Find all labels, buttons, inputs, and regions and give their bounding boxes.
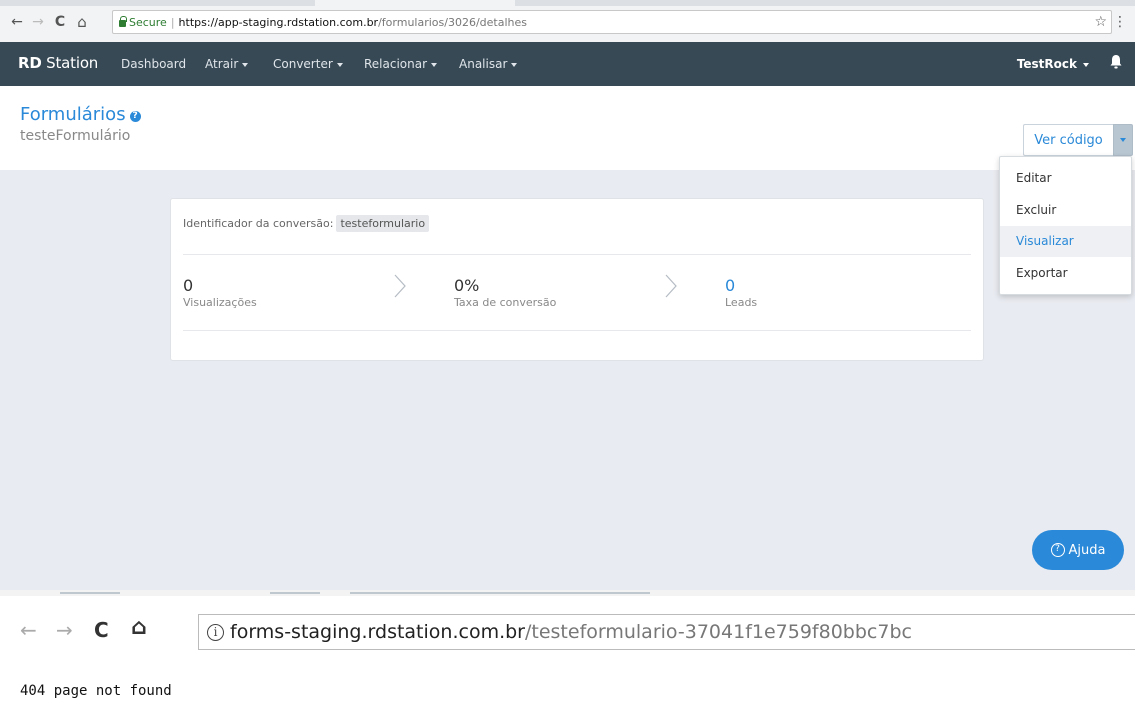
omnibox-separator: | xyxy=(170,15,175,29)
tab-strip xyxy=(0,0,1135,6)
error-message: 404 page not found xyxy=(20,683,172,699)
user-menu[interactable]: TestRock xyxy=(1017,57,1089,71)
help-circle-icon: ? xyxy=(1050,543,1065,557)
home-icon[interactable]: ⌂ xyxy=(131,615,147,640)
forward-icon[interactable]: → xyxy=(56,618,73,642)
back-icon[interactable]: ← xyxy=(20,618,37,642)
page-title: Formulários? xyxy=(20,104,141,125)
url-path: /formularios/3026/detalhes xyxy=(378,15,527,29)
screenshot-seam xyxy=(0,590,1135,596)
metric-label: Taxa de conversão xyxy=(454,296,557,309)
nav-atrair[interactable]: Atrair xyxy=(205,57,249,71)
menu-item-exportar[interactable]: Exportar xyxy=(1000,258,1131,289)
address-bar-2[interactable]: i forms-staging.rdstation.com.br/testefo… xyxy=(198,614,1135,650)
chevron-down-icon xyxy=(431,62,438,67)
actions-dropdown-menu: Editar Excluir Visualizar Exportar xyxy=(999,156,1132,295)
chevron-down-icon xyxy=(242,62,249,67)
menu-item-editar[interactable]: Editar xyxy=(1000,163,1131,194)
lock-icon xyxy=(119,15,127,27)
help-button-label: Ajuda xyxy=(1068,542,1106,558)
address-bar[interactable]: Secure | https://app-staging.rdstation.c… xyxy=(112,10,1112,34)
home-icon[interactable]: ⌂ xyxy=(71,7,93,37)
chevron-down-icon xyxy=(1083,62,1089,67)
help-question-icon[interactable]: ? xyxy=(129,111,141,122)
nav-relacionar[interactable]: Relacionar xyxy=(364,57,438,71)
ver-codigo-button[interactable]: Ver código xyxy=(1023,124,1113,156)
url-host: forms-staging.rdstation.com.br xyxy=(230,621,525,643)
divider xyxy=(183,330,971,331)
brand-logo[interactable]: RD Station xyxy=(18,54,98,72)
url-path: /testeformulario-37041f1e759f80bbc7bc xyxy=(524,621,912,643)
chevron-down-icon xyxy=(511,62,518,67)
back-icon[interactable]: ← xyxy=(6,7,28,37)
conversion-identifier: Identificador da conversão: testeformular… xyxy=(183,215,430,232)
metric-leads[interactable]: 0 Leads xyxy=(725,277,758,310)
url-host: https://app-staging.rdstation.com.br xyxy=(178,15,379,29)
metric-visualizacoes: 0 Visualizações xyxy=(183,276,257,310)
form-stats-card: Identificador da conversão: testeformular… xyxy=(170,198,984,361)
metric-taxa-conversao: 0% Taxa de conversão xyxy=(454,276,557,310)
reload-icon[interactable]: C xyxy=(94,618,109,642)
conversion-id-tag: testeformulario xyxy=(336,215,430,232)
browser-tab[interactable] xyxy=(315,0,515,6)
browser-chrome: ← → C ⌂ Secure | https://app-staging.rds… xyxy=(0,0,1135,42)
ajuda-help-button[interactable]: ? Ajuda xyxy=(1032,530,1124,570)
metric-value[interactable]: 0 xyxy=(725,277,757,295)
bookmark-star-icon[interactable]: ☆ xyxy=(1094,14,1107,30)
chevron-right-icon xyxy=(394,274,406,298)
chevron-down-icon xyxy=(1120,138,1126,142)
app-navbar: RD Station Dashboard Atrair Converter Re… xyxy=(0,42,1135,86)
nav-converter[interactable]: Converter xyxy=(273,57,343,71)
info-icon[interactable]: i xyxy=(207,623,224,641)
brand-rest: Station xyxy=(41,54,99,72)
reload-icon[interactable]: C xyxy=(49,7,71,37)
browser-menu-icon[interactable]: ⋮ xyxy=(1113,14,1127,30)
page-subtitle: testeFormulário xyxy=(20,128,131,144)
nav-dashboard[interactable]: Dashboard xyxy=(121,57,186,71)
menu-item-excluir[interactable]: Excluir xyxy=(1000,195,1131,226)
metric-value: 0 xyxy=(183,276,194,295)
metric-label: Visualizações xyxy=(183,296,257,309)
notification-bell-icon[interactable] xyxy=(1109,54,1123,70)
forward-icon[interactable]: → xyxy=(27,7,49,37)
brand-bold: RD xyxy=(18,54,42,72)
secure-label: Secure xyxy=(129,15,167,29)
ver-codigo-split-button: Ver código xyxy=(1023,124,1133,156)
divider xyxy=(183,254,971,255)
browser-chrome-2: ← → C ⌂ i forms-staging.rdstation.com.br… xyxy=(0,608,1135,664)
nav-analisar[interactable]: Analisar xyxy=(459,57,518,71)
metric-value: 0% xyxy=(454,276,480,295)
menu-item-visualizar[interactable]: Visualizar xyxy=(1000,226,1131,257)
actions-dropdown-toggle[interactable] xyxy=(1113,124,1133,156)
metric-label: Leads xyxy=(725,296,758,309)
chevron-right-icon xyxy=(665,274,677,298)
chevron-down-icon xyxy=(336,62,343,67)
